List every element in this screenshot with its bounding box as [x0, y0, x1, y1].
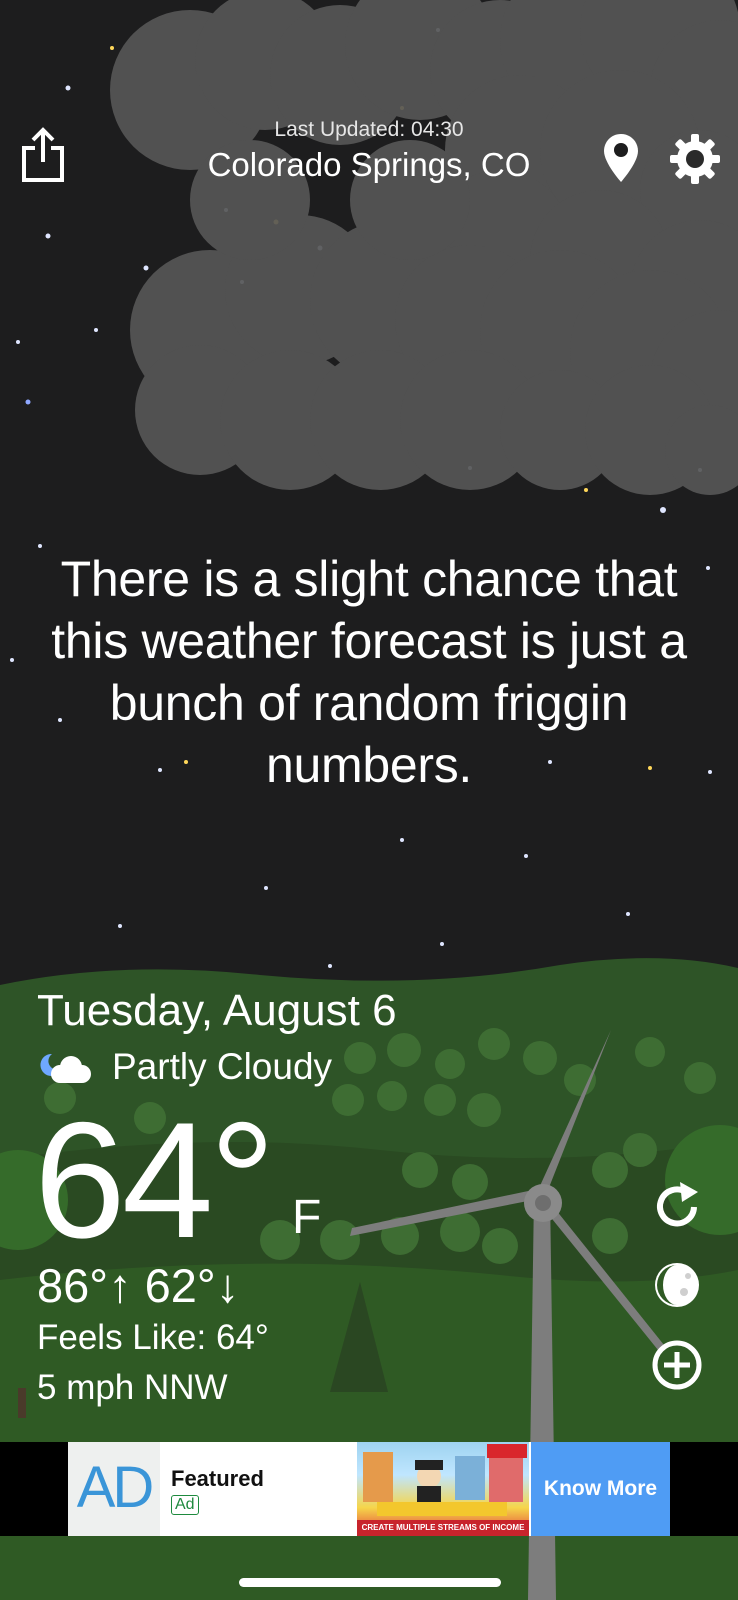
ad-logo-text: AD [76, 1455, 155, 1520]
location-button[interactable] [602, 132, 640, 184]
partly-cloudy-night-icon [38, 1050, 94, 1086]
condition-label: Partly Cloudy [112, 1046, 333, 1087]
refresh-button[interactable] [650, 1180, 704, 1234]
ad-title: Featured [171, 1466, 264, 1491]
moon-phase-button[interactable] [650, 1258, 704, 1312]
ad-know-more-button[interactable]: Know More [531, 1442, 670, 1536]
home-indicator[interactable] [239, 1578, 501, 1587]
location-pin-icon [604, 134, 638, 182]
refresh-icon [657, 1182, 698, 1227]
high-low-temperature: 86°↑ 62°↓ [37, 1259, 240, 1312]
add-location-button[interactable] [650, 1338, 704, 1392]
temperature-unit[interactable]: F [292, 1190, 321, 1245]
weather-scene-background [0, 0, 738, 1600]
current-temperature: 64° [34, 1088, 276, 1272]
settings-button[interactable] [668, 132, 722, 186]
forecast-date: Tuesday, August 6 [37, 986, 397, 1035]
gear-icon [670, 134, 720, 184]
ad-badge: Ad [171, 1495, 199, 1515]
plus-circle-icon [652, 1340, 702, 1390]
wind-speed: 5 mph NNW [37, 1368, 228, 1407]
moon-icon [655, 1263, 699, 1307]
feels-like: Feels Like: 64° [37, 1318, 269, 1357]
forecast-message: There is a slight chance that this weath… [51, 551, 687, 793]
ad-image-caption: CREATE MULTIPLE STREAMS OF INCOME [357, 1520, 529, 1536]
